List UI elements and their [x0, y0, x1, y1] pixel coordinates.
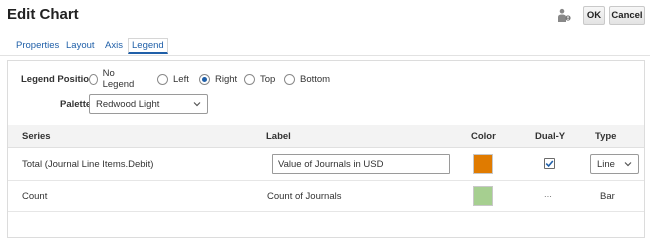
type-select[interactable]: Line	[590, 154, 639, 174]
radio-label: Right	[215, 73, 238, 85]
column-header-label: Label	[266, 131, 291, 142]
cancel-button[interactable]: Cancel	[609, 6, 645, 25]
palette-label: Palette	[60, 99, 92, 110]
series-label-value: Value of Journals in USD	[278, 159, 384, 170]
column-header-series: Series	[22, 131, 51, 142]
palette-value: Redwood Light	[96, 99, 160, 110]
column-header-color: Color	[471, 131, 496, 142]
dual-y-placeholder: ...	[544, 189, 552, 200]
series-label-input[interactable]: Value of Journals in USD	[272, 154, 450, 174]
dialog-header: Edit Chart OK Cancel	[0, 0, 650, 34]
radio-label: Bottom	[300, 73, 331, 85]
table-row: Total (Journal Line Items.Debit) Value o…	[8, 148, 644, 181]
radio-bottom[interactable]: Bottom	[284, 72, 330, 86]
series-name: Total (Journal Line Items.Debit)	[22, 159, 154, 170]
table-row: Count Count of Journals ... Bar	[8, 181, 644, 212]
chevron-down-icon	[624, 162, 632, 167]
legend-position-label: Legend Position	[21, 74, 95, 85]
radio-no-legend[interactable]: No Legend	[89, 68, 137, 90]
help-person-icon[interactable]	[557, 8, 571, 24]
checkmark-icon	[545, 160, 554, 168]
column-header-dual-y: Dual-Y	[535, 131, 566, 142]
tab-layout[interactable]: Layout	[66, 40, 95, 51]
type-text: Bar	[600, 191, 615, 202]
series-label-text: Count of Journals	[267, 191, 342, 202]
radio-label: Left	[173, 73, 189, 85]
radio-circle-icon	[244, 73, 255, 85]
radio-label: Top	[260, 73, 276, 85]
dual-y-checkbox[interactable]	[544, 158, 555, 169]
series-name: Count	[22, 191, 48, 202]
tab-axis[interactable]: Axis	[105, 40, 123, 51]
radio-circle-icon	[89, 73, 98, 85]
color-swatch[interactable]	[473, 154, 493, 174]
radio-label: No Legend	[102, 68, 135, 90]
chevron-down-icon	[193, 102, 201, 107]
color-swatch[interactable]	[473, 186, 493, 206]
radio-top[interactable]: Top	[244, 72, 275, 86]
type-value: Line	[597, 159, 615, 170]
tab-legend[interactable]: Legend	[128, 38, 168, 54]
radio-circle-icon	[157, 73, 168, 85]
radio-right[interactable]: Right	[199, 72, 237, 86]
tab-bar: Properties Layout Axis Legend	[0, 35, 650, 56]
radio-left[interactable]: Left	[157, 72, 189, 86]
series-grid-header: Series Label Color Dual-Y Type	[8, 125, 644, 148]
ok-label: OK	[586, 10, 602, 21]
ok-button[interactable]: OK	[583, 6, 605, 25]
column-header-type: Type	[595, 131, 617, 142]
radio-circle-icon	[284, 73, 295, 85]
dialog-title: Edit Chart	[7, 6, 79, 23]
cancel-label: Cancel	[611, 10, 643, 21]
tab-properties[interactable]: Properties	[16, 40, 59, 51]
radio-selected-icon	[199, 73, 210, 85]
palette-select[interactable]: Redwood Light	[89, 94, 208, 114]
